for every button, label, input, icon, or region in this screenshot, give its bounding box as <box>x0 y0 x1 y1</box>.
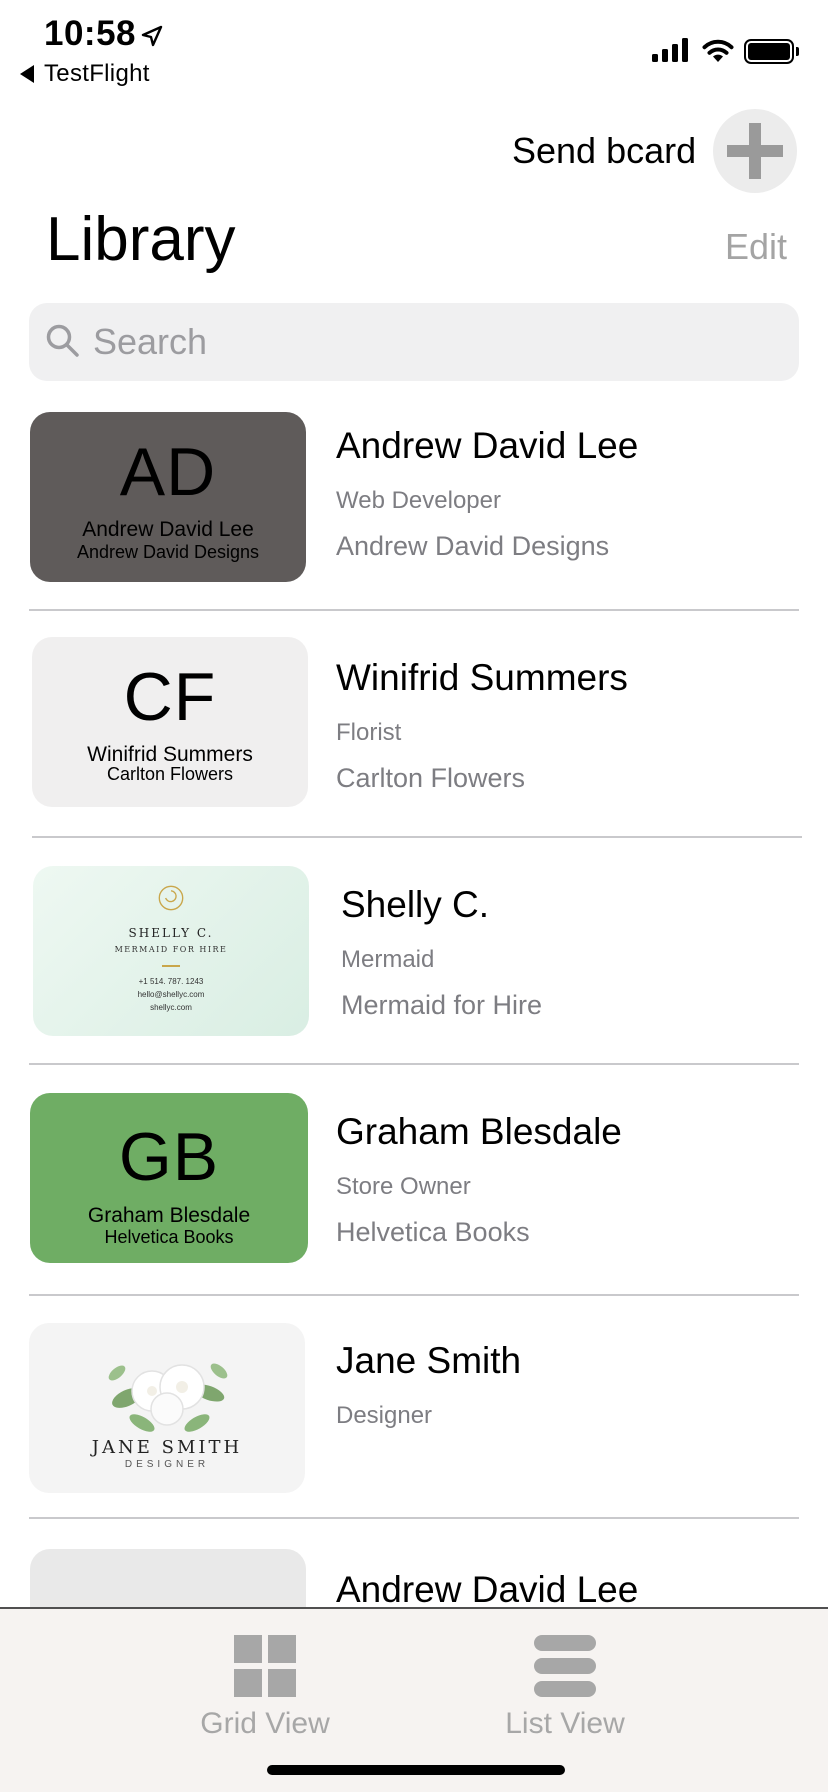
card-email: hello@shellyc.com <box>137 990 205 999</box>
search-bar[interactable] <box>29 303 799 381</box>
contact-info: Andrew David Lee Web Developer Andrew Da… <box>336 425 638 562</box>
search-icon <box>46 324 79 357</box>
contact-company: Mermaid for Hire <box>341 990 543 1020</box>
contact-name: Andrew David Lee <box>336 1569 639 1607</box>
tab-list-view[interactable]: List View <box>465 1635 665 1741</box>
contact-company: Andrew David Designs <box>336 531 610 561</box>
add-button[interactable] <box>713 109 797 193</box>
business-card-thumbnail[interactable] <box>30 1549 306 1607</box>
edit-button[interactable]: Edit <box>725 226 787 268</box>
contact-info: Andrew David Lee <box>336 1569 638 1607</box>
business-card-thumbnail[interactable]: AD Andrew David Lee Andrew David Designs <box>30 412 306 582</box>
card-name: Andrew David Lee <box>82 518 254 541</box>
contact-name: Andrew David Lee <box>336 425 639 466</box>
card-initials: GB <box>118 1119 220 1195</box>
card-tagline: MERMAID FOR HIRE <box>114 945 228 954</box>
contact-title: Store Owner <box>336 1173 471 1200</box>
contact-company: Helvetica Books <box>336 1217 530 1247</box>
back-arrow-icon <box>20 65 34 83</box>
divider <box>29 1063 799 1065</box>
contact-name: Graham Blesdale <box>336 1111 622 1152</box>
card-company: Carlton Flowers <box>106 764 234 784</box>
home-indicator <box>267 1765 565 1775</box>
grid-view-icon <box>234 1635 296 1697</box>
card-company: Helvetica Books <box>104 1227 234 1247</box>
card-tagline: DESIGNER <box>124 1459 210 1470</box>
list-item[interactable]: GB Graham Blesdale Helvetica Books Graha… <box>0 1093 828 1293</box>
divider <box>32 836 802 838</box>
location-arrow-icon <box>141 25 163 47</box>
status-time: 10:58 <box>44 14 137 53</box>
business-card-thumbnail[interactable]: CF Winifrid Summers Carlton Flowers <box>32 637 308 807</box>
list-item[interactable]: JANE SMITH DESIGNER Jane Smith Designer <box>0 1323 828 1523</box>
card-name: SHELLY C. <box>128 926 214 940</box>
back-label: TestFlight <box>44 60 150 87</box>
battery-icon <box>744 39 799 64</box>
contact-info: Shelly C. Mermaid Mermaid for Hire <box>341 884 542 1021</box>
contact-title: Florist <box>336 719 402 746</box>
floral-illustration-icon <box>108 1363 228 1432</box>
send-bcard-label[interactable]: Send bcard <box>512 130 696 172</box>
card-name: JANE SMITH <box>91 1437 243 1458</box>
contact-name: Jane Smith <box>336 1340 522 1381</box>
card-initials: CF <box>123 659 217 735</box>
card-name: Graham Blesdale <box>87 1204 251 1227</box>
swirl-logo-icon <box>158 885 184 911</box>
divider <box>29 609 799 611</box>
card-company: Andrew David Designs <box>76 542 260 562</box>
contact-name: Winifrid Summers <box>336 657 628 698</box>
contact-info: Winifrid Summers Florist Carlton Flowers <box>336 657 628 794</box>
card-website: shellyc.com <box>150 1003 192 1012</box>
search-input[interactable] <box>93 313 773 371</box>
library-screen: 10:58 TestFlight Send bcard Library Edit… <box>0 0 828 1792</box>
list-item[interactable]: CF Winifrid Summers Carlton Flowers Wini… <box>0 637 828 837</box>
back-to-testflight[interactable]: TestFlight <box>20 60 150 88</box>
tab-label: Grid View <box>200 1707 330 1740</box>
contact-company: Carlton Flowers <box>336 763 526 793</box>
list-item[interactable]: AD Andrew David Lee Andrew David Designs… <box>0 412 828 637</box>
page-title: Library <box>46 205 236 274</box>
cellular-signal-icon <box>652 38 688 62</box>
divider <box>29 1517 799 1519</box>
card-separator <box>162 965 180 967</box>
list-item[interactable]: SHELLY C. MERMAID FOR HIRE +1 514. 787. … <box>0 866 828 1066</box>
tab-grid-view[interactable]: Grid View <box>165 1635 365 1741</box>
list-item[interactable]: Andrew David Lee <box>0 1549 828 1607</box>
card-initials: AD <box>119 434 217 510</box>
contact-name: Shelly C. <box>341 884 490 925</box>
business-card-thumbnail[interactable]: JANE SMITH DESIGNER <box>29 1323 305 1493</box>
card-phone: +1 514. 787. 1243 <box>138 977 204 986</box>
contact-title: Web Developer <box>336 487 501 514</box>
list-view-icon <box>534 1635 596 1697</box>
contact-info: Graham Blesdale Store Owner Helvetica Bo… <box>336 1111 622 1248</box>
business-card-thumbnail[interactable]: SHELLY C. MERMAID FOR HIRE +1 514. 787. … <box>33 866 309 1036</box>
business-card-thumbnail[interactable]: GB Graham Blesdale Helvetica Books <box>30 1093 308 1263</box>
contact-title: Designer <box>336 1402 433 1429</box>
tab-label: List View <box>505 1707 625 1740</box>
divider <box>29 1294 799 1296</box>
contact-info: Jane Smith Designer <box>336 1340 521 1430</box>
wifi-icon <box>702 39 734 62</box>
contact-title: Mermaid <box>341 946 435 973</box>
